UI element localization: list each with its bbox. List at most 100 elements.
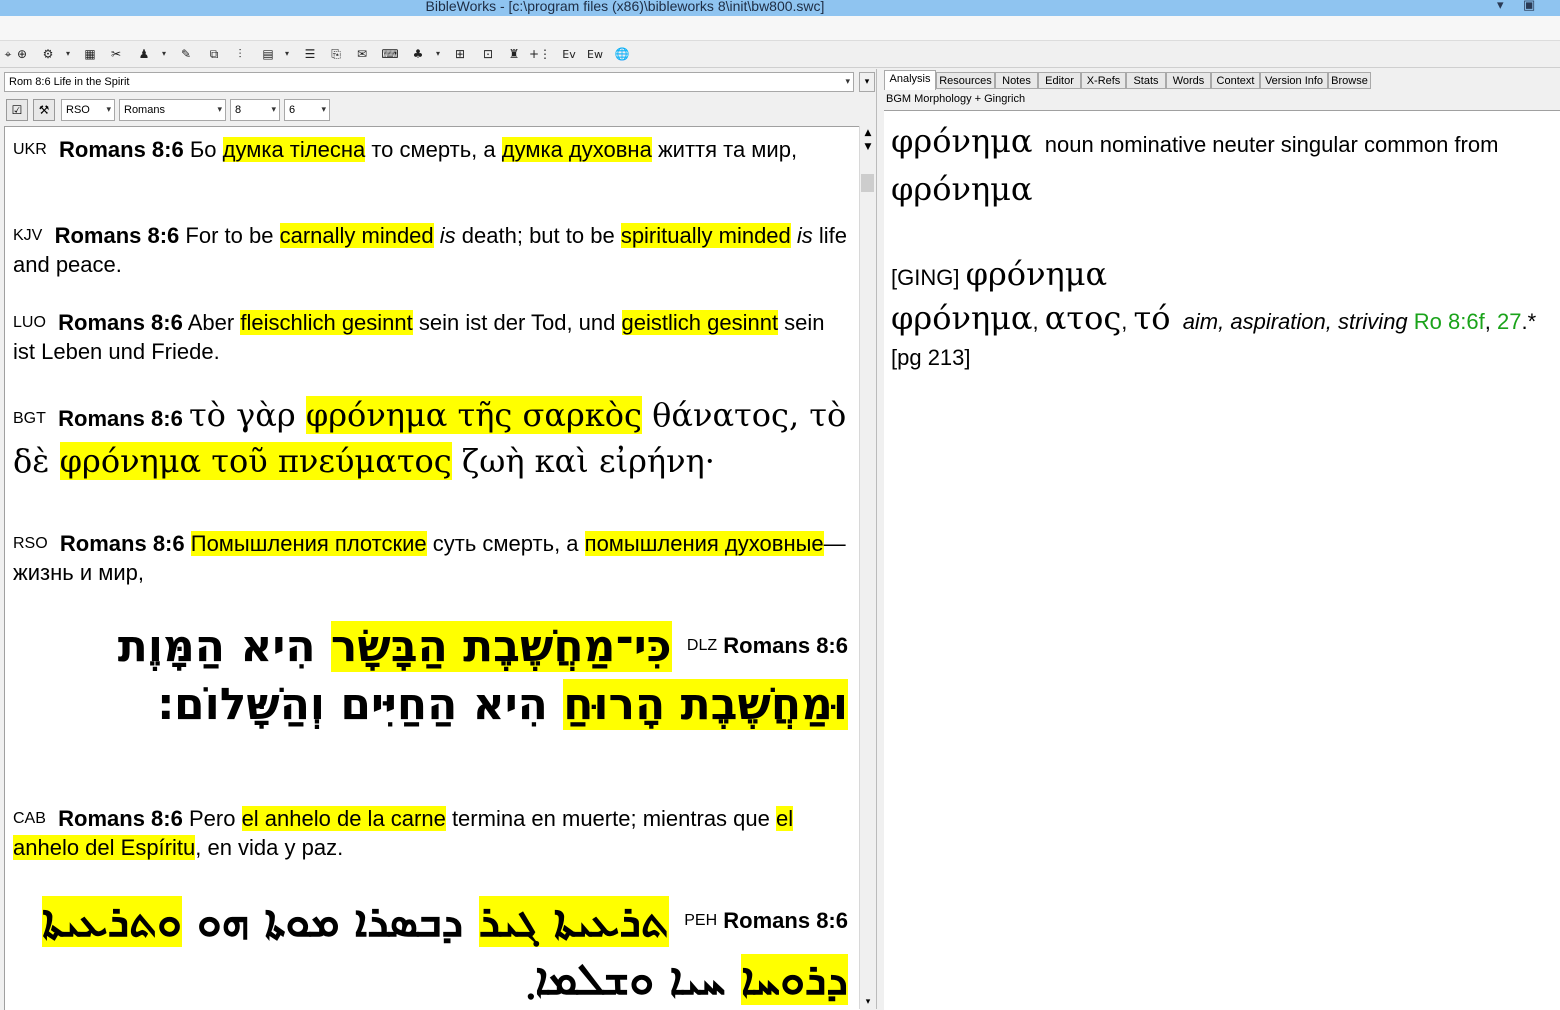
scripture-link[interactable]: Ro 8:6f <box>1414 309 1485 334</box>
side-dropdown-button[interactable]: ▾ <box>859 72 875 92</box>
ew-icon[interactable]: Ew <box>584 46 606 62</box>
scroll-thumb[interactable] <box>861 174 874 192</box>
tab-stats[interactable]: Stats <box>1126 72 1166 89</box>
verse-ref[interactable]: Romans 8:6 <box>723 633 848 658</box>
scissors-icon[interactable]: ✂ <box>108 46 124 62</box>
verse-rso: RSO Romans 8:6 Помышления плотские суть … <box>13 529 848 587</box>
scroll-up-icon[interactable]: ▲ <box>860 126 876 140</box>
book-select[interactable]: Romans ▾ <box>119 99 226 121</box>
highlighted-phrase: el anhelo de la carne <box>241 806 446 831</box>
network-icon[interactable]: ⊞ <box>452 46 468 62</box>
version-tag[interactable]: DLZ <box>687 637 717 654</box>
highlighted-phrase: ܬܪܥܝܬܐ ܓܝܪ <box>478 896 669 947</box>
globe-icon[interactable]: 🌐 <box>614 46 630 62</box>
chevron-down-icon[interactable]: ▾ <box>285 46 289 62</box>
verse-text: , en vida y paz. <box>195 835 344 860</box>
verse-text: sein ist der Tod, und <box>412 310 622 335</box>
tab-resources[interactable]: Resources <box>936 72 995 89</box>
verse-bgt: BGT Romans 8:6 τὸ γὰρ φρόνημα τῆς σαρκὸς… <box>13 392 848 484</box>
verse-text <box>185 531 191 556</box>
text-scrollbar[interactable]: ▲ ▼ ▾ <box>859 126 876 1009</box>
verse-ref[interactable]: Romans 8:6 <box>60 531 185 556</box>
maximize-button[interactable]: ▣ <box>1523 0 1535 13</box>
scroll-down-icon[interactable]: ▼ <box>860 140 876 154</box>
layout-icon[interactable]: ▤ <box>260 46 276 62</box>
tab-editor[interactable]: Editor <box>1038 72 1081 89</box>
check-icon[interactable]: ☑ <box>6 99 28 121</box>
list-icon[interactable]: ☰ <box>302 46 318 62</box>
verse-ukr: UKR Romans 8:6 Бо думка тілесна то смерт… <box>13 135 848 164</box>
highlighted-phrase: φρόνημα τῆς σαρκὸς <box>305 396 642 434</box>
verse-peh: PEH Romans 8:6 ܬܪܥܝܬܐ ܓܝܪ ܕܒܣܪܐ ܡܘܬܐ ܗܘ … <box>13 892 848 1009</box>
verse-text: ζωὴ καὶ εἰρήνη· <box>451 442 715 480</box>
person-icon[interactable]: ♟ <box>136 46 152 62</box>
pane-splitter[interactable] <box>876 69 883 1009</box>
verse-selector-value: Rom 8:6 Life in the Spirit <box>9 76 130 88</box>
version-tag[interactable]: CAB <box>13 810 46 827</box>
verse-selector[interactable]: Rom 8:6 Life in the Spirit ▾ <box>4 72 854 92</box>
columns-icon[interactable]: ⫶ <box>232 46 248 62</box>
grid-icon[interactable]: ▦ <box>82 46 98 62</box>
chevron-down-icon[interactable]: ▾ <box>845 73 850 91</box>
verse-label: PEH Romans 8:6 <box>684 908 848 933</box>
version-select[interactable]: RSO ▾ <box>61 99 115 121</box>
tools-icon[interactable]: ⚒ <box>33 99 55 121</box>
morphology-entry: φρόνημα noun nominative neuter singular … <box>891 119 1556 215</box>
separator: , <box>1484 309 1491 334</box>
highlighted-phrase: fleischlich gesinnt <box>240 310 413 335</box>
scroll-bottom-icon[interactable]: ▾ <box>860 995 876 1009</box>
tree-icon[interactable]: ♣ <box>410 46 426 62</box>
highlight-icon[interactable]: ✎ <box>178 46 194 62</box>
copy-icon[interactable]: ⎘ <box>328 46 344 62</box>
windows-icon[interactable]: ⧉ <box>206 46 222 62</box>
version-tag[interactable]: LUO <box>13 314 46 331</box>
window-title: BibleWorks - [c:\program files (x86)\bib… <box>425 0 825 14</box>
verse-dlz: DLZ Romans 8:6 כִּי־מַחֲשֶׁבֶת הַבָּשָׂר… <box>13 617 848 734</box>
chevron-down-icon[interactable]: ▾ <box>436 46 440 62</box>
chapter-select[interactable]: 8 ▾ <box>230 99 280 121</box>
minimize-button[interactable]: ▾ <box>1497 0 1504 13</box>
keyboard-icon[interactable]: ⌨ <box>381 46 398 62</box>
mail-icon[interactable]: ✉ <box>354 46 370 62</box>
tab-version-info[interactable]: Version Info <box>1260 72 1328 89</box>
verse-text: הִיא הַמָּוֶת <box>117 621 331 672</box>
verse-select[interactable]: 6 ▾ <box>284 99 330 121</box>
window-icon[interactable]: ⊡ <box>480 46 496 62</box>
highlighted-phrase: וּמַחֲשֶׁבֶת הָרוּחַ <box>563 679 848 730</box>
verse-ref[interactable]: Romans 8:6 <box>58 310 183 335</box>
version-tag[interactable]: UKR <box>13 141 47 158</box>
lemma-word[interactable]: φρόνημα <box>891 170 1033 208</box>
version-tag[interactable]: KJV <box>13 227 42 244</box>
menu-bar <box>0 16 1560 41</box>
verse-ref[interactable]: Romans 8:6 <box>58 806 183 831</box>
verse-value: 6 <box>289 104 296 116</box>
verse-ref[interactable]: Romans 8:6 <box>723 908 848 933</box>
analysis-word[interactable]: φρόνημα <box>891 122 1033 160</box>
verse-ref[interactable]: Romans 8:6 <box>55 223 180 248</box>
tab-context[interactable]: Context <box>1211 72 1260 89</box>
tab-words[interactable]: Words <box>1166 72 1211 89</box>
chevron-down-icon[interactable]: ▾ <box>66 46 70 62</box>
verse-ref[interactable]: Romans 8:6 <box>59 137 184 162</box>
tab-xrefs[interactable]: X-Refs <box>1081 72 1126 89</box>
scripture-link[interactable]: 27 <box>1497 309 1521 334</box>
verse-text: death; but to be <box>455 223 621 248</box>
version-tag[interactable]: RSO <box>13 535 48 552</box>
search-options-icon[interactable]: ⚙ <box>40 46 56 62</box>
book-value: Romans <box>124 104 165 116</box>
chevron-down-icon[interactable]: ▾ <box>162 46 166 62</box>
verse-ref[interactable]: Romans 8:6 <box>58 406 183 431</box>
bible-text-pane[interactable]: UKR Romans 8:6 Бо думка тілесна то смерт… <box>4 126 860 1010</box>
browse-controls: Rom 8:6 Life in the Spirit ▾ ▾ ☑ ⚒ RSO ▾… <box>0 69 878 125</box>
version-tag[interactable]: PEH <box>684 912 717 929</box>
ev-icon[interactable]: Ev <box>558 46 580 62</box>
target-icon[interactable]: ⊕ <box>14 46 30 62</box>
tab-notes[interactable]: Notes <box>995 72 1038 89</box>
tab-analysis[interactable]: Analysis <box>884 70 936 90</box>
printer-icon[interactable]: ♜ <box>506 46 522 62</box>
add-column-icon[interactable]: +⋮ <box>529 46 551 62</box>
verse-text: ܚܝܐ ܘܫܠܡܐ܂ <box>526 954 741 1005</box>
lexicon-headword: φρόνημα <box>965 255 1108 293</box>
version-tag[interactable]: BGT <box>13 410 46 427</box>
tab-browse[interactable]: Browse <box>1328 72 1371 89</box>
